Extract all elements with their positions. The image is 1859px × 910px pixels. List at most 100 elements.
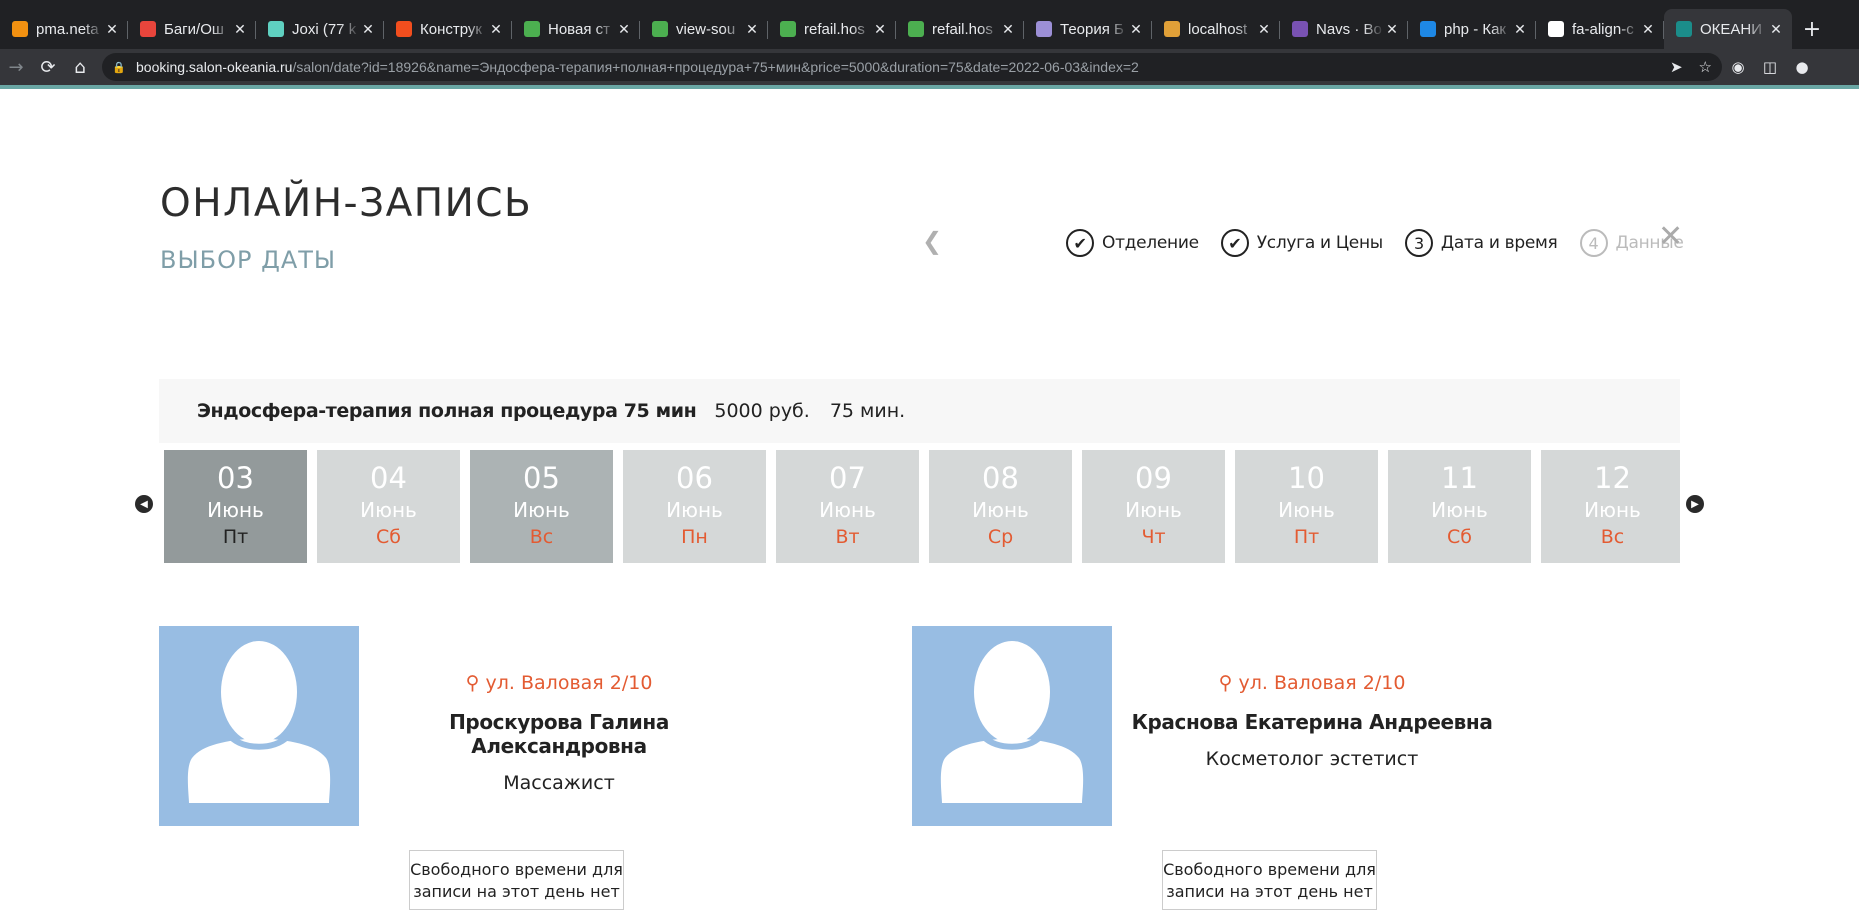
date-day-number: 05 [523, 461, 560, 495]
tab-close-icon[interactable]: ✕ [360, 21, 376, 38]
browser-tab[interactable]: refail.hos ✕ [768, 9, 896, 49]
tab-close-icon[interactable]: ✕ [744, 21, 760, 38]
date-day-number: 09 [1135, 461, 1172, 495]
date-cell[interactable]: 09 Июнь Чт [1082, 450, 1225, 563]
tab-title: Navs · Bo [1316, 20, 1382, 38]
date-cell[interactable]: 07 Июнь Вт [776, 450, 919, 563]
specialist-info: ⚲ ул. Валовая 2/10 Проскурова Галина Але… [359, 626, 759, 794]
new-tab-plus-icon[interactable]: + [1792, 9, 1832, 49]
date-weekday: Сб [1447, 526, 1472, 548]
tab-close-icon[interactable]: ✕ [104, 21, 120, 38]
calendar-next-icon[interactable]: ▶ [1686, 495, 1704, 513]
browser-tab[interactable]: fa-align-c ✕ [1536, 9, 1664, 49]
date-cell[interactable]: 11 Июнь Сб [1388, 450, 1531, 563]
tab-title: refail.hos [804, 20, 865, 38]
tab-close-icon[interactable]: ✕ [1256, 21, 1272, 38]
booking-steps: ✔ Отделение ✔ Услуга и Цены 3 Дата и вре… [1066, 229, 1684, 257]
tab-title: pma.neta [36, 20, 99, 38]
grid-app-icon [908, 21, 924, 37]
side-panel-icon[interactable]: ◫ [1754, 58, 1786, 76]
date-month: Июнь [207, 498, 264, 522]
no-free-time-notice: Свободного времени для записи на этот де… [409, 850, 624, 910]
selected-service-bar: Эндосфера-терапия полная процедура 75 ми… [159, 379, 1680, 443]
tab-close-icon[interactable]: ✕ [1768, 21, 1784, 38]
tab-title: fa-align-c [1572, 20, 1634, 38]
step-date-time[interactable]: 3 Дата и время [1404, 229, 1558, 257]
tab-close-icon[interactable]: ✕ [1640, 21, 1656, 38]
globe-icon [1036, 21, 1052, 37]
tab-close-icon[interactable]: ✕ [232, 21, 248, 38]
specialist-name[interactable]: Краснова Екатерина Андреевна [1112, 710, 1512, 734]
bookmark-star-icon[interactable]: ☆ [1699, 58, 1712, 76]
home-icon[interactable]: ⌂ [64, 51, 96, 83]
service-price: 5000 руб. [714, 400, 810, 422]
calendar-prev-icon[interactable]: ◀ [135, 495, 153, 513]
step-department[interactable]: ✔ Отделение [1066, 229, 1199, 257]
address-text: ул. Валовая 2/10 [485, 672, 653, 694]
tab-close-icon[interactable]: ✕ [488, 21, 504, 38]
step-service[interactable]: ✔ Услуга и Цены [1220, 229, 1383, 257]
browser-tab[interactable]: Navs · Bo ✕ [1280, 9, 1408, 49]
step-label: Отделение [1102, 233, 1199, 253]
date-day-number: 12 [1594, 461, 1631, 495]
phpmyadmin-icon [12, 21, 28, 37]
tab-close-icon[interactable]: ✕ [1384, 21, 1400, 38]
reload-icon[interactable]: ⟳ [32, 51, 64, 83]
tab-close-icon[interactable]: ✕ [872, 21, 888, 38]
address-bar[interactable]: 🔒 booking.salon-okeania.ru/salon/date?id… [102, 53, 1722, 81]
date-month: Июнь [513, 498, 570, 522]
browser-tab[interactable]: localhost ✕ [1152, 9, 1280, 49]
date-cell[interactable]: 03 Июнь Пт [164, 450, 307, 563]
tab-close-icon[interactable]: ✕ [616, 21, 632, 38]
date-day-number: 10 [1288, 461, 1325, 495]
send-icon[interactable]: ➤ [1670, 58, 1683, 76]
chevron-left-icon[interactable]: ❮ [922, 227, 942, 255]
person-silhouette-icon [187, 641, 331, 803]
profile-avatar-icon[interactable]: ● [1786, 58, 1818, 76]
browser-tab[interactable]: Новая ст ✕ [512, 9, 640, 49]
back-arrow-icon[interactable]: → [0, 51, 32, 83]
specialist-role: Косметолог эстетист [1205, 748, 1419, 770]
date-month: Июнь [819, 498, 876, 522]
browser-tab[interactable]: Баги/Ош ✕ [128, 9, 256, 49]
lock-icon[interactable]: 🔒 [112, 61, 126, 74]
specialist-card: ⚲ ул. Валовая 2/10 Проскурова Галина Але… [159, 626, 779, 910]
date-cell[interactable]: 06 Июнь Пн [623, 450, 766, 563]
grid-app-icon [652, 21, 668, 37]
extensions-puzzle-icon[interactable]: ◉ [1722, 58, 1754, 76]
date-weekday: Пн [681, 526, 708, 548]
date-cell[interactable]: 12 Июнь Вс [1541, 450, 1680, 563]
service-duration: 75 мин. [829, 400, 906, 422]
location-pin-icon: ⚲ [465, 672, 480, 694]
close-icon[interactable]: ✕ [1658, 219, 1683, 254]
grid-app-icon [780, 21, 796, 37]
date-cell[interactable]: 08 Июнь Ср [929, 450, 1072, 563]
date-cell[interactable]: 10 Июнь Пт [1235, 450, 1378, 563]
date-carousel: 03 Июнь Пт 04 Июнь Сб 05 Июнь Вс 06 Июнь Пн 07 Июнь Вт… [164, 450, 1680, 564]
browser-tab[interactable]: view-sou ✕ [640, 9, 768, 49]
browser-tab[interactable]: Конструк ✕ [384, 9, 512, 49]
tab-title: view-sou [676, 20, 736, 38]
date-cell[interactable]: 05 Июнь Вс [470, 450, 613, 563]
date-weekday: Чт [1141, 526, 1166, 548]
service-name: Эндосфера-терапия полная процедура 75 ми… [197, 400, 697, 422]
tab-title: Конструк [420, 20, 482, 38]
tab-close-icon[interactable]: ✕ [1512, 21, 1528, 38]
browser-tab[interactable]: ОКЕАНИ ✕ [1664, 9, 1792, 49]
localhost-icon [1164, 21, 1180, 37]
date-month: Июнь [1431, 498, 1488, 522]
specialist-name[interactable]: Проскурова Галина Александровна [359, 710, 759, 758]
date-month: Июнь [1125, 498, 1182, 522]
browser-tab[interactable]: Теория Б ✕ [1024, 9, 1152, 49]
date-cell[interactable]: 04 Июнь Сб [317, 450, 460, 563]
browser-tab[interactable]: refail.hos ✕ [896, 9, 1024, 49]
browser-tab[interactable]: pma.neta ✕ [0, 9, 128, 49]
specialist-card: ⚲ ул. Валовая 2/10 Краснова Екатерина Ан… [912, 626, 1532, 910]
browser-tab[interactable]: Joxi (77 k ✕ [256, 9, 384, 49]
tab-close-icon[interactable]: ✕ [1128, 21, 1144, 38]
no-free-time-notice: Свободного времени для записи на этот де… [1162, 850, 1377, 910]
specialist-address: ⚲ ул. Валовая 2/10 [1112, 672, 1512, 694]
grid-app-icon [524, 21, 540, 37]
browser-tab[interactable]: php - Как ✕ [1408, 9, 1536, 49]
tab-close-icon[interactable]: ✕ [1000, 21, 1016, 38]
